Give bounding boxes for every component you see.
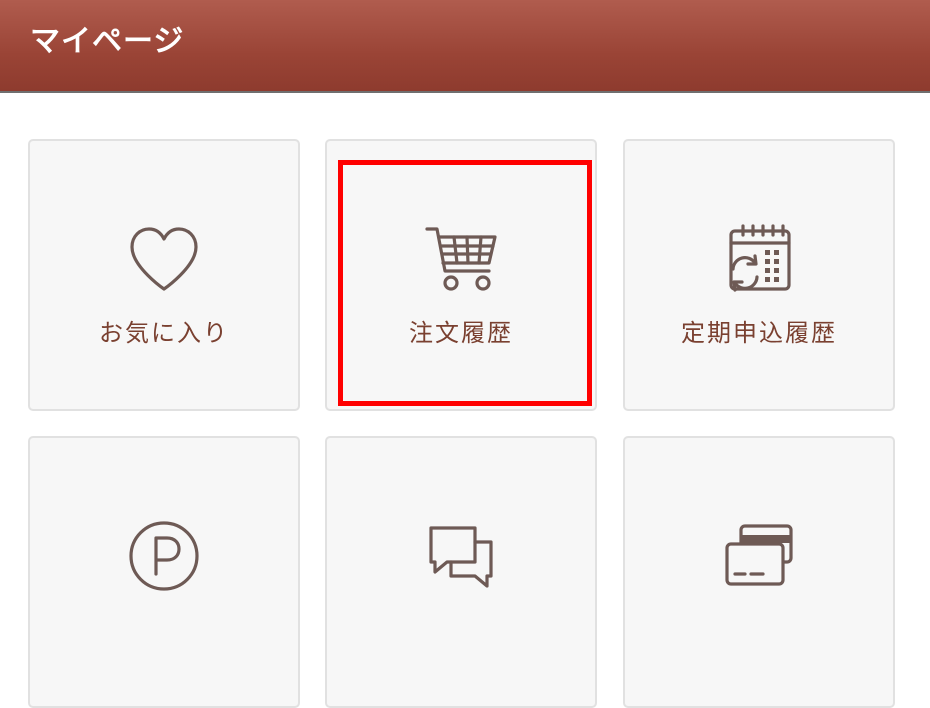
tile-label: お気に入り xyxy=(99,319,229,347)
tile-subscription-history[interactable]: 定期申込履歴 xyxy=(623,139,895,411)
point-icon xyxy=(124,520,204,592)
page-header: マイページ xyxy=(0,0,930,93)
cart-icon xyxy=(421,223,501,295)
tile-messages[interactable] xyxy=(325,436,597,708)
chat-icon xyxy=(421,520,501,592)
tile-points[interactable] xyxy=(28,436,300,708)
tile-label: 注文履歴 xyxy=(409,319,513,347)
heart-icon xyxy=(124,223,204,295)
tile-order-history[interactable]: 注文履歴 xyxy=(325,139,597,411)
tile-favorites[interactable]: お気に入り xyxy=(28,139,300,411)
page-title: マイページ xyxy=(30,24,185,59)
tile-label: 定期申込履歴 xyxy=(681,319,837,347)
tile-credit-card[interactable] xyxy=(623,436,895,708)
credit-card-icon xyxy=(719,520,799,592)
calendar-refresh-icon xyxy=(719,223,799,295)
